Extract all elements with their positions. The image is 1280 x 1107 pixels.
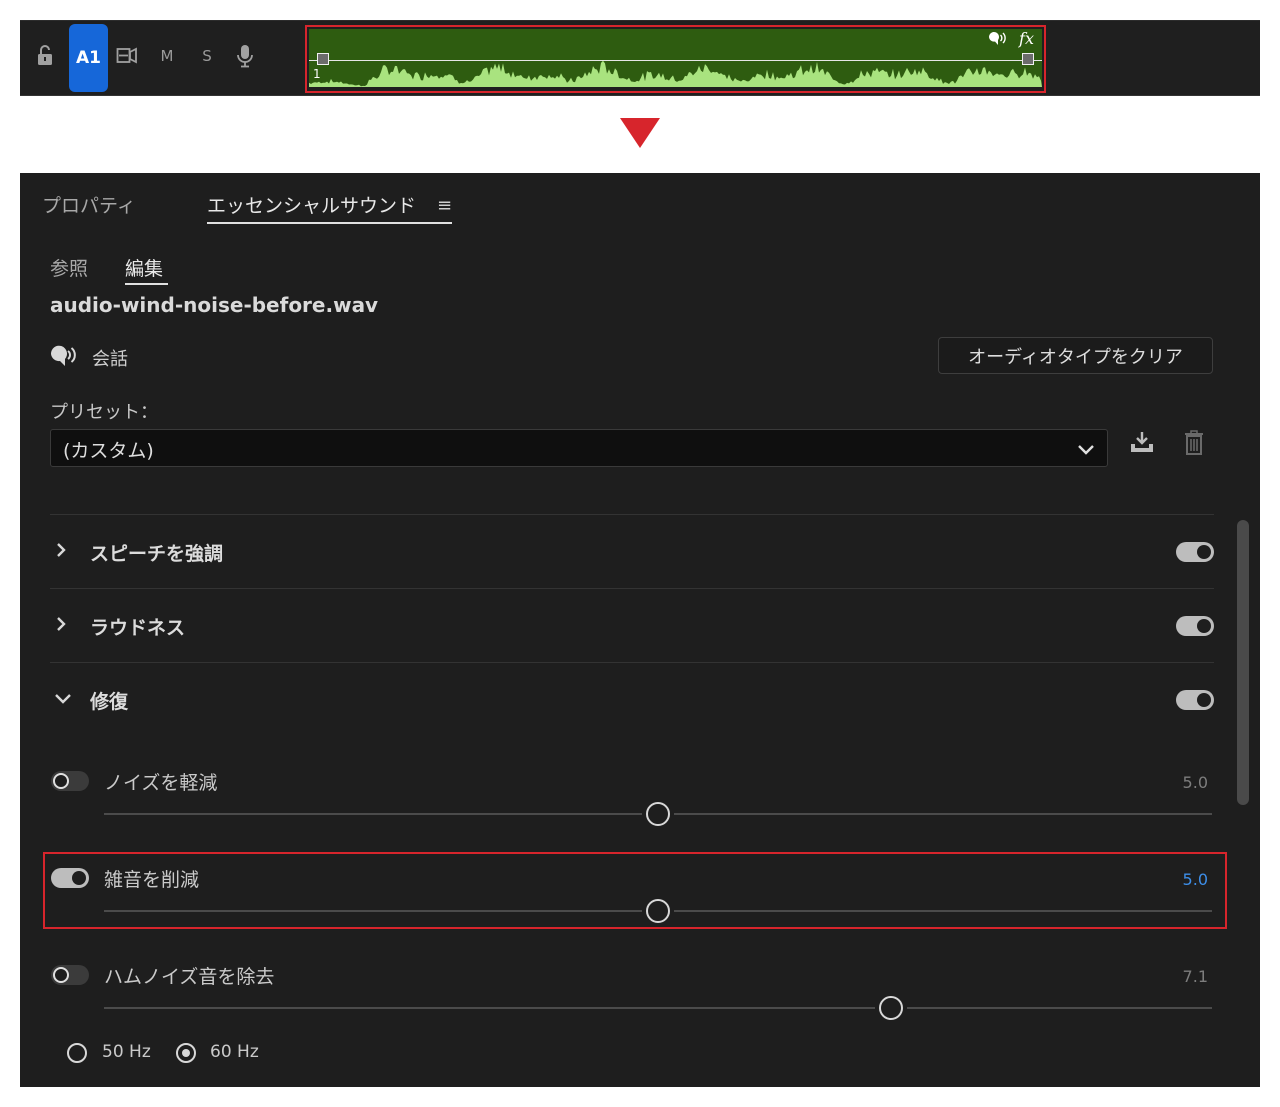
subtab-browse[interactable]: 参照 xyxy=(50,254,88,281)
toggle-reduce-noise[interactable] xyxy=(51,771,89,791)
section-title-repair[interactable]: 修復 xyxy=(90,687,128,714)
slider-dehum[interactable] xyxy=(104,996,1212,1020)
dialogue-icon xyxy=(50,345,80,373)
microphone-icon[interactable] xyxy=(234,43,256,69)
effect-value-reduce-rumble[interactable]: 5.0 xyxy=(1183,870,1208,889)
preset-label: プリセット： xyxy=(50,402,158,423)
clip-highlight-box xyxy=(305,25,1046,93)
toggle-repair[interactable] xyxy=(1176,690,1214,710)
effect-label-dehum: ハムノイズ音を除去 xyxy=(104,966,275,988)
tab-properties[interactable]: プロパティ xyxy=(42,191,136,218)
preset-dropdown[interactable]: (カスタム) xyxy=(50,429,1108,467)
chevron-right-icon[interactable] xyxy=(54,616,68,636)
effect-label-reduce-noise: ノイズを軽減 xyxy=(104,772,218,794)
radio-60hz[interactable] xyxy=(176,1043,196,1063)
slider-reduce-noise[interactable] xyxy=(104,802,1212,826)
radio-label-50hz: 50 Hz xyxy=(102,1042,151,1062)
solo-button[interactable]: S xyxy=(196,45,218,67)
preset-selected-value: (カスタム) xyxy=(63,440,154,462)
section-divider xyxy=(50,662,1214,663)
effect-label-reduce-rumble: 雑音を削減 xyxy=(104,869,200,891)
toggle-enhance-speech[interactable] xyxy=(1176,542,1214,562)
section-title-enhance-speech[interactable]: スピーチを強調 xyxy=(90,539,223,566)
trash-icon[interactable] xyxy=(1183,430,1205,460)
lock-icon[interactable] xyxy=(34,43,56,69)
chevron-down-icon xyxy=(1077,440,1095,462)
section-divider xyxy=(50,514,1214,515)
down-arrow-icon xyxy=(620,118,660,148)
toggle-reduce-rumble[interactable] xyxy=(51,868,89,888)
active-tab-indicator xyxy=(207,222,452,224)
slider-thumb[interactable] xyxy=(646,899,670,923)
section-title-loudness[interactable]: ラウドネス xyxy=(90,613,185,640)
save-preset-icon[interactable] xyxy=(1129,430,1155,458)
toggle-dehum[interactable] xyxy=(51,965,89,985)
effect-value-dehum[interactable]: 7.1 xyxy=(1183,967,1208,986)
chevron-right-icon[interactable] xyxy=(54,542,68,562)
panel-scrollbar[interactable] xyxy=(1237,520,1249,805)
slider-thumb[interactable] xyxy=(646,802,670,826)
clear-audio-type-button[interactable]: オーディオタイプをクリア xyxy=(938,337,1213,374)
radio-50hz[interactable] xyxy=(67,1043,87,1063)
panel-menu-icon[interactable]: ≡ xyxy=(437,195,452,216)
sync-lock-icon[interactable] xyxy=(116,45,138,67)
slider-reduce-rumble[interactable] xyxy=(104,899,1212,923)
chevron-down-icon[interactable] xyxy=(54,691,72,710)
essential-sound-panel: プロパティ エッセンシャルサウンド ≡ 参照 編集 audio-wind-noi… xyxy=(20,173,1260,1087)
audio-track-header: A1 M S 1 fx xyxy=(20,20,1260,96)
radio-label-60hz: 60 Hz xyxy=(210,1042,259,1062)
effect-value-reduce-noise[interactable]: 5.0 xyxy=(1183,773,1208,792)
tab-essential-sound[interactable]: エッセンシャルサウンド xyxy=(207,191,416,218)
slider-thumb[interactable] xyxy=(878,996,903,1020)
section-divider xyxy=(50,588,1214,589)
subtab-edit[interactable]: 編集 xyxy=(125,254,163,281)
mute-button[interactable]: M xyxy=(156,45,178,67)
track-target-a1[interactable]: A1 xyxy=(69,24,108,92)
active-subtab-indicator xyxy=(125,283,168,285)
clip-file-name: audio-wind-noise-before.wav xyxy=(50,293,379,317)
audio-type-label: 会話 xyxy=(92,349,128,370)
toggle-loudness[interactable] xyxy=(1176,616,1214,636)
